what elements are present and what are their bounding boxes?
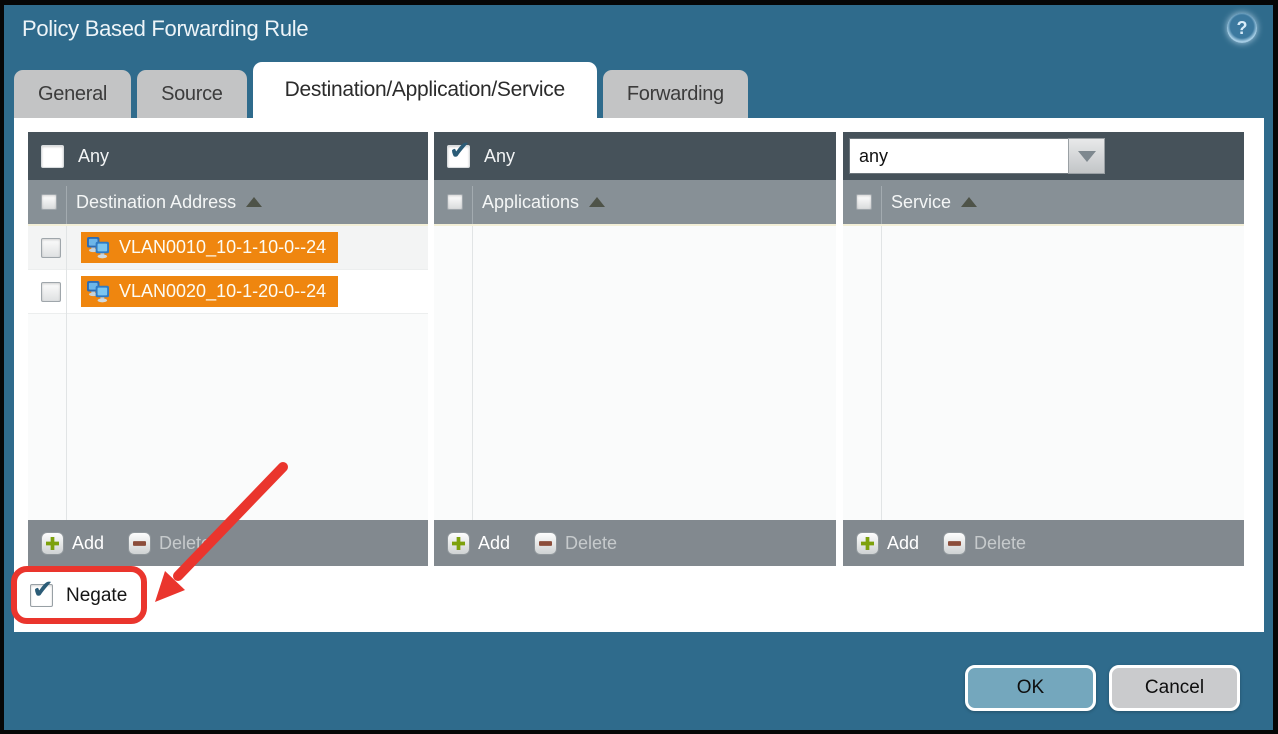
sort-ascending-icon (589, 197, 605, 207)
table-row-vlan0010[interactable]: VLAN0010_10-1-10-0--24 (28, 226, 428, 270)
address-object-label: VLAN0020_10-1-20-0--24 (119, 281, 326, 302)
destination-any-checkbox[interactable]: ✔ (41, 145, 64, 168)
row-checkbox[interactable] (41, 238, 61, 258)
add-button-label: Add (887, 533, 919, 554)
service-column: any Service Add (843, 132, 1244, 566)
delete-button[interactable]: Delete (943, 532, 1026, 555)
applications-column: ✔ Any Applications Add (434, 132, 836, 566)
dialog-title: Policy Based Forwarding Rule (22, 16, 308, 42)
destination-address-column: ✔ Any Destination Address (28, 132, 428, 566)
tab-general[interactable]: General (14, 70, 131, 118)
delete-button[interactable]: Delete (128, 532, 211, 555)
service-any-bar: any (843, 132, 1244, 180)
add-button-label: Add (478, 533, 510, 554)
delete-button-label: Delete (974, 533, 1026, 554)
destination-footer-bar: Add Delete (28, 520, 428, 566)
body-separator-line (66, 226, 67, 520)
applications-column-header: Applications (434, 180, 836, 224)
sort-ascending-icon (246, 197, 262, 207)
service-type-dropdown[interactable]: any (849, 138, 1105, 174)
service-dropdown-value: any (849, 138, 1068, 174)
help-glyph: ? (1237, 18, 1248, 39)
tab-bar: General Source Destination/Application/S… (14, 62, 748, 118)
header-separator (881, 186, 882, 224)
destination-any-label: Any (78, 146, 109, 167)
add-button[interactable]: Add (41, 532, 104, 555)
address-object-chip: VLAN0020_10-1-20-0--24 (81, 276, 338, 307)
add-plus-icon (856, 532, 879, 555)
delete-button-label: Delete (159, 533, 211, 554)
tab-source[interactable]: Source (137, 70, 247, 118)
delete-button[interactable]: Delete (534, 532, 617, 555)
applications-header-label[interactable]: Applications (482, 192, 579, 213)
address-object-chip: VLAN0010_10-1-10-0--24 (81, 232, 338, 263)
header-separator (472, 186, 473, 224)
service-column-header: Service (843, 180, 1244, 224)
applications-any-checkbox[interactable]: ✔ (447, 145, 470, 168)
checkmark-icon: ✔ (449, 137, 471, 163)
network-icon (86, 236, 111, 259)
body-separator-line (472, 226, 473, 520)
address-object-label: VLAN0010_10-1-10-0--24 (119, 237, 326, 258)
body-separator-line (881, 226, 882, 520)
destination-select-all-checkbox[interactable] (41, 194, 57, 210)
negate-checkbox[interactable]: ✔ (30, 584, 53, 607)
chevron-down-icon[interactable] (1068, 138, 1105, 174)
sort-ascending-icon (961, 197, 977, 207)
add-button[interactable]: Add (856, 532, 919, 555)
destination-column-header: Destination Address (28, 180, 428, 224)
cancel-button[interactable]: Cancel (1109, 665, 1240, 711)
chevron-down-glyph (1078, 151, 1096, 162)
tab-destination-application-service[interactable]: Destination/Application/Service (253, 62, 597, 118)
add-button-label: Add (72, 533, 104, 554)
row-checkbox[interactable] (41, 282, 61, 302)
table-row-vlan0020[interactable]: VLAN0020_10-1-20-0--24 (28, 270, 428, 314)
tab-forwarding[interactable]: Forwarding (603, 70, 748, 118)
delete-minus-icon (534, 532, 557, 555)
service-footer-bar: Add Delete (843, 520, 1244, 566)
delete-minus-icon (128, 532, 151, 555)
delete-button-label: Delete (565, 533, 617, 554)
help-icon[interactable]: ? (1227, 13, 1257, 43)
header-separator (66, 186, 67, 224)
negate-label: Negate (66, 585, 127, 607)
tab-content-panel: ✔ Any Destination Address (14, 118, 1264, 632)
policy-based-forwarding-rule-dialog: Policy Based Forwarding Rule ? General S… (0, 0, 1278, 734)
ok-button[interactable]: OK (965, 665, 1096, 711)
network-icon (86, 280, 111, 303)
service-select-all-checkbox[interactable] (856, 194, 872, 210)
add-button[interactable]: Add (447, 532, 510, 555)
applications-select-all-checkbox[interactable] (447, 194, 463, 210)
applications-any-label: Any (484, 146, 515, 167)
destination-list-body: VLAN0010_10-1-10-0--24 (28, 224, 428, 520)
service-list-body (843, 224, 1244, 520)
checkmark-icon: ✔ (32, 576, 54, 602)
add-plus-icon (447, 532, 470, 555)
service-header-label[interactable]: Service (891, 192, 951, 213)
delete-minus-icon (943, 532, 966, 555)
destination-any-bar: ✔ Any (28, 132, 428, 180)
applications-any-bar: ✔ Any (434, 132, 836, 180)
add-plus-icon (41, 532, 64, 555)
destination-address-header-label[interactable]: Destination Address (76, 192, 236, 213)
applications-list-body (434, 224, 836, 520)
applications-footer-bar: Add Delete (434, 520, 836, 566)
